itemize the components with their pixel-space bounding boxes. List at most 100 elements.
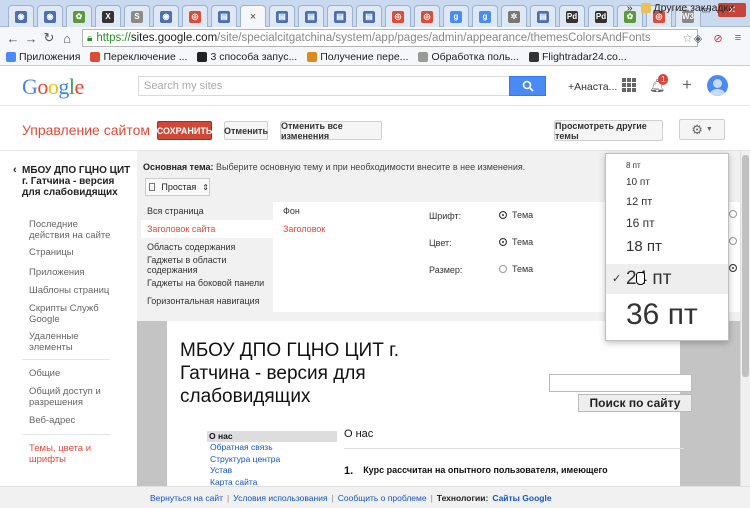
font-custom-radio[interactable] xyxy=(729,210,737,218)
area-list-item[interactable]: Гаджеты в области содержания xyxy=(141,255,273,275)
font-size-option[interactable]: 16 пт xyxy=(626,216,655,230)
font-size-option[interactable]: ✓ 24 пт xyxy=(606,264,728,294)
browser-tab[interactable]: g xyxy=(472,5,498,27)
area-list-item[interactable]: Горизонтальная навигация xyxy=(141,292,273,310)
toolbar-extensions: ◈ ⊘ ≡ xyxy=(690,30,746,46)
bookmarks-more-button[interactable]: » xyxy=(627,2,633,14)
preview-nav-item[interactable]: Структура центра xyxy=(207,454,337,466)
apps-grid-icon[interactable] xyxy=(622,78,636,92)
bookmark-item[interactable]: 3 способа запус... xyxy=(197,51,297,63)
element-list: Фон Заголовок xyxy=(273,202,419,312)
preview-nav-item[interactable]: Устав xyxy=(207,465,337,477)
area-list-item[interactable]: Область содержания xyxy=(141,238,273,256)
browser-tab[interactable]: ◎ xyxy=(385,5,411,27)
close-icon[interactable]: × xyxy=(250,11,256,23)
browser-tab[interactable]: Pd xyxy=(559,5,585,27)
address-bar[interactable]: 🔒︎ https:// sites.google.com /site/speci… xyxy=(82,29,698,47)
color-theme-radio[interactable]: Тема xyxy=(499,237,533,247)
browser-tab[interactable]: ✲ xyxy=(501,5,527,27)
scrollbar-thumb[interactable] xyxy=(742,155,749,377)
checkmark-icon: ✓ xyxy=(612,273,622,285)
browser-tab[interactable]: ◎ xyxy=(414,5,440,27)
area-list-item[interactable]: Заголовок сайта xyxy=(141,220,273,238)
cancel-button[interactable]: Отменить xyxy=(224,121,268,140)
other-bookmarks-folder[interactable]: Другие закладки xyxy=(640,2,734,14)
site-name-link[interactable]: ‹ МБОУ ДПО ГЦНО ЦИТ г. Гатчина - версия … xyxy=(13,165,132,199)
browser-tab[interactable]: ▤ xyxy=(356,5,382,27)
save-button[interactable]: СОХРАНИТЬ xyxy=(157,121,212,140)
footer-link[interactable]: Вернуться на сайт xyxy=(150,493,223,503)
back-icon[interactable]: ← xyxy=(4,31,22,46)
font-size-option[interactable]: 8 пт xyxy=(626,161,641,170)
browser-tab[interactable]: ▤ xyxy=(530,5,556,27)
font-size-option[interactable]: 18 пт xyxy=(626,238,662,255)
font-theme-radio[interactable]: Тема xyxy=(499,210,533,220)
browser-tab[interactable]: ◎ xyxy=(182,5,208,27)
sidebar-item[interactable]: Последние действия на сайте xyxy=(29,219,114,241)
search-button[interactable] xyxy=(509,76,546,96)
preview-site-title[interactable]: МБОУ ДПО ГЦНО ЦИТ г. Гатчина - версия дл… xyxy=(180,339,440,408)
browser-tab[interactable]: S xyxy=(124,5,150,27)
font-size-option[interactable]: 36 пт xyxy=(626,298,698,332)
settings-gear-button[interactable]: ⚙ ▼ xyxy=(679,119,725,140)
font-size-option[interactable]: 10 пт xyxy=(626,177,650,188)
sidebar-item[interactable]: Общий доступ и разрешения xyxy=(29,386,114,408)
reload-icon[interactable]: ↻ xyxy=(40,30,58,46)
browser-tab[interactable]: ▤ xyxy=(269,5,295,27)
browser-tab[interactable]: × xyxy=(240,5,266,27)
browser-tab[interactable]: ▤ xyxy=(298,5,324,27)
bookmark-item[interactable]: Приложения xyxy=(6,51,80,63)
browser-tab[interactable]: ◉ xyxy=(37,5,63,27)
browser-tab[interactable]: ◉ xyxy=(8,5,34,27)
browser-tab[interactable]: ◉ xyxy=(153,5,179,27)
site-search-input[interactable]: Search my sites xyxy=(138,76,510,96)
footer-google-sites-link[interactable]: Сайты Google xyxy=(492,493,551,503)
preview-nav-current[interactable]: О нас xyxy=(207,431,337,442)
bookmark-item[interactable]: Получение пере... xyxy=(307,51,408,63)
sidebar-item[interactable]: Общие xyxy=(29,368,114,379)
browser-tab[interactable]: ▤ xyxy=(211,5,237,27)
view-other-themes-button[interactable]: Просмотреть другие темы xyxy=(554,120,663,141)
sidebar-item[interactable]: Шаблоны страниц xyxy=(29,285,114,296)
size-theme-radio[interactable]: Тема xyxy=(499,264,533,274)
avatar[interactable] xyxy=(707,75,728,96)
preview-nav-item[interactable]: Обратная связь xyxy=(207,442,337,454)
browser-tab[interactable]: g xyxy=(443,5,469,27)
sidebar-item[interactable]: Приложения xyxy=(29,267,114,278)
forward-icon[interactable]: → xyxy=(22,31,40,46)
area-list-item[interactable]: Вся страница xyxy=(141,202,273,220)
home-icon[interactable]: ⌂ xyxy=(58,31,76,46)
sidebar-item[interactable]: Страницы xyxy=(29,247,114,258)
element-list-item[interactable]: Фон xyxy=(273,202,419,220)
bookmark-item[interactable]: Flightradar24.co... xyxy=(528,51,627,63)
color-custom-radio[interactable] xyxy=(729,237,737,245)
preview-search-input[interactable] xyxy=(549,374,692,392)
footer-link[interactable]: Сообщить о проблеме xyxy=(338,493,427,503)
element-list-item[interactable]: Заголовок xyxy=(273,220,419,238)
sidebar-item[interactable]: Скрипты Служб Google xyxy=(29,303,114,325)
bookmark-item[interactable]: Обработка поль... xyxy=(418,51,519,63)
user-name-link[interactable]: +Анаста... xyxy=(568,81,617,93)
theme-select[interactable]: Простая ⇕ xyxy=(145,178,210,196)
area-list-item[interactable]: Гаджеты на боковой панели xyxy=(141,274,273,292)
browser-tab[interactable]: ▤ xyxy=(327,5,353,27)
google-logo[interactable]: Google xyxy=(22,74,84,100)
sidebar-item[interactable]: Веб-адрес xyxy=(29,415,114,426)
cancel-all-button[interactable]: Отменить все изменения xyxy=(280,121,382,141)
footer-link[interactable]: Условия использования xyxy=(233,493,327,503)
menu-icon[interactable]: ≡ xyxy=(730,30,746,46)
size-custom-radio[interactable] xyxy=(729,264,737,272)
page-scrollbar[interactable] xyxy=(740,151,750,486)
browser-tab[interactable]: ✿ xyxy=(66,5,92,27)
preview-search-button[interactable]: Поиск по сайту xyxy=(578,394,692,412)
browser-tab[interactable]: Pd xyxy=(588,5,614,27)
extension-block-icon[interactable]: ⊘ xyxy=(710,30,726,46)
bookmark-item[interactable]: Переключение ... xyxy=(90,51,187,63)
extension-icon[interactable]: ◈ xyxy=(690,30,706,46)
font-size-option[interactable]: 12 пт xyxy=(626,196,652,208)
browser-tab[interactable]: X xyxy=(95,5,121,27)
preview-nav-item[interactable]: Карта сайта xyxy=(207,477,337,487)
share-plus-icon[interactable]: + xyxy=(682,75,692,95)
sidebar-item-themes[interactable]: Темы, цвета и шрифты xyxy=(29,443,119,465)
sidebar-item[interactable]: Удаленные элементы xyxy=(29,331,114,353)
